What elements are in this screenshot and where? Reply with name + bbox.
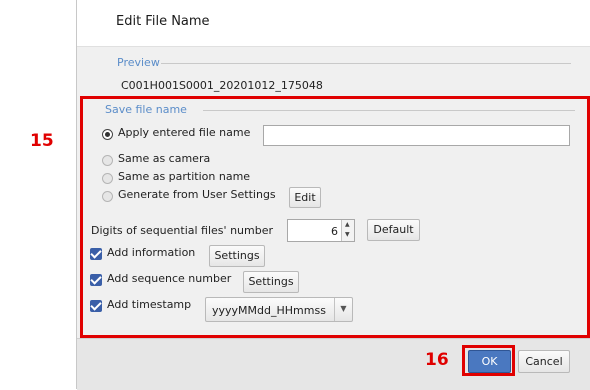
preview-divider	[161, 63, 571, 64]
annotation-box-15	[80, 96, 590, 338]
dialog-title: Edit File Name	[116, 14, 210, 29]
preview-filename: C001H001S0001_20201012_175048	[121, 79, 323, 92]
cancel-button[interactable]: Cancel	[518, 350, 570, 373]
preview-legend: Preview	[117, 56, 160, 69]
title-bar: Edit File Name	[77, 0, 590, 47]
annotation-label-15: 15	[30, 131, 54, 151]
annotation-box-16	[462, 345, 515, 376]
annotation-label-16: 16	[425, 350, 449, 370]
